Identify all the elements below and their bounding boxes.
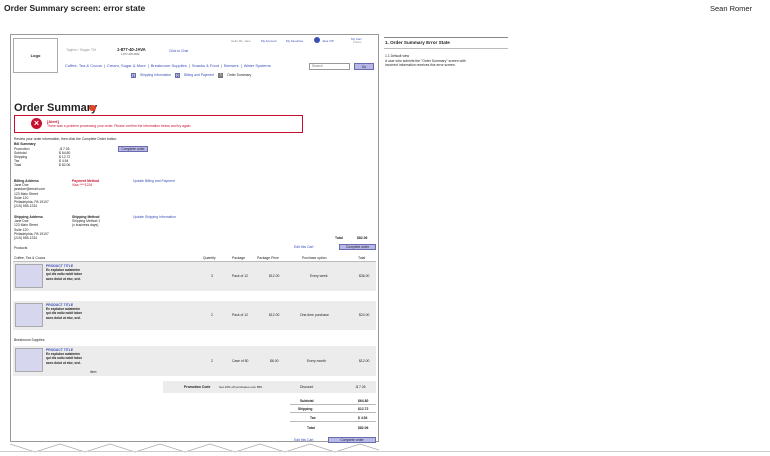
my-account-link[interactable]: My Account [261, 39, 277, 43]
step-3-number: 3 [218, 73, 224, 78]
chat-link[interactable]: Click to Chat [169, 49, 188, 53]
bill-summary-label: Total [14, 163, 22, 168]
product-option[interactable]: Every week [310, 274, 328, 278]
alert-message: There was a problem processing your orde… [47, 124, 192, 128]
annotation-body: incorrect information receives this erro… [385, 62, 456, 67]
complete-order-button-top[interactable]: Complete order [118, 146, 148, 152]
product-image [15, 264, 43, 288]
step-1-number: 1 [131, 73, 136, 78]
product-price: $12.00 [269, 313, 280, 317]
step-3-label: Order Summary [227, 73, 252, 77]
search-input[interactable] [309, 63, 350, 70]
shipping-method-line: (x business days) [72, 223, 99, 228]
discount-label: Discount [300, 385, 314, 389]
product-desc: aceo dolut ut etur, sed. [46, 276, 81, 281]
product-package: Pack of 12 [232, 313, 249, 317]
product-total: $24.00 [359, 313, 370, 317]
category-coffee: Coffee, Tea & Cocoa [14, 255, 46, 260]
column-header-option: Purchase option [302, 255, 327, 260]
promo-code-text: Get 10% off purchases over $55. [219, 385, 263, 389]
author-name: Sean Romer [710, 4, 753, 13]
product-total: $36.00 [359, 274, 370, 278]
product-image [15, 303, 43, 327]
product-option[interactable]: Every month [307, 359, 326, 363]
cart-total-value: $82.06 [357, 236, 368, 240]
update-billing-link[interactable]: Update Billing and Payment [133, 179, 175, 183]
torn-edge [10, 443, 379, 453]
billing-address-line: (215) 555-1234 [14, 204, 38, 209]
annotation-title: 1. Order Summary Error State [385, 40, 450, 45]
totals-value: $ 4.54 [358, 416, 368, 420]
product-extra: item [90, 370, 97, 374]
product-price: $12.00 [269, 274, 280, 278]
products-label: Products [14, 246, 28, 250]
logo: Logo [13, 38, 58, 73]
info-icon [89, 104, 96, 111]
nav-water[interactable]: Water Systems [244, 63, 271, 69]
complete-order-button-mid[interactable]: Complete order [339, 244, 376, 250]
greeting: Hello Ms. Jane [231, 38, 251, 43]
totals-label: Shipping [298, 407, 313, 411]
cart-total-label: Total [335, 236, 343, 240]
nav-brewers[interactable]: Brewers [224, 63, 239, 69]
product-image [15, 348, 43, 372]
column-header-price: Package Price [257, 255, 279, 260]
my-favorites-link[interactable]: My Favorites [286, 39, 303, 43]
step-2-number: 2 [175, 73, 181, 78]
totals-label: Subtotal [300, 399, 314, 403]
discount-value: -$ 7.26 [355, 385, 366, 389]
product-package: Case of 50 [232, 359, 249, 363]
bill-summary-value: $ 82.06 [59, 163, 71, 168]
java-vip-icon [314, 37, 320, 43]
step-2-label[interactable]: Billing and Payment [184, 73, 214, 78]
review-text: Review your order information, then clic… [14, 137, 117, 141]
search-button[interactable]: Go [354, 63, 374, 70]
totals-value: $82.06 [358, 426, 369, 430]
nav-snacks[interactable]: Snacks & Food [192, 63, 219, 69]
cart-count: 3 items [353, 40, 362, 44]
product-qty: 2 [211, 359, 213, 363]
step-indicator: 1 Shipping Information 2 Billing and Pay… [131, 73, 251, 78]
java-vip-link[interactable]: Java VIP [322, 39, 334, 43]
edit-cart-link-top[interactable]: Edit this Cart [294, 245, 313, 249]
nav-cream[interactable]: Cream, Sugar & More [107, 63, 146, 69]
column-header-package: Package [232, 255, 246, 260]
promo-code-label: Promotion Code [184, 385, 211, 389]
phone-number-digits: 1-877-405-2842 [121, 52, 140, 56]
totals-value: $12.72 [358, 407, 369, 411]
product-option[interactable]: One-time purchase [300, 313, 329, 317]
page-heading: Order Summary [14, 102, 98, 114]
page-title: Order Summary screen: error state [4, 3, 146, 13]
product-price: $6.00 [270, 359, 279, 363]
update-shipping-link[interactable]: Update Shipping Information [133, 215, 176, 219]
step-1-label[interactable]: Shipping Information [140, 73, 171, 78]
product-qty: 3 [211, 274, 213, 278]
product-total: $12.00 [359, 359, 370, 363]
phone-number: 1-877-40-JAVA [117, 46, 146, 52]
payment-method-value: Visa ****1234 [72, 183, 93, 188]
tagline: Tagline / Slogan TM [66, 48, 96, 52]
product-package: Pack of 12 [232, 274, 249, 278]
main-nav: Coffee, Tea & Cocoa | Cream, Sugar & More… [65, 63, 271, 69]
nav-coffee[interactable]: Coffee, Tea & Cocoa [65, 63, 102, 69]
totals-value: $64.80 [358, 399, 369, 403]
category-breakroom: Breakroom Supplies [14, 338, 45, 342]
shipping-address-line: (215) 555-1234 [14, 236, 38, 240]
product-desc: aceo dolut ut etur, sed. [46, 315, 81, 320]
nav-breakroom[interactable]: Breakroom Supplies [151, 63, 187, 69]
totals-label: Tax [310, 416, 316, 420]
error-icon: × [31, 118, 42, 129]
column-header-total: Total [358, 255, 366, 260]
column-header-quantity: Quantity [203, 255, 216, 260]
product-desc: aceo dolut ut etur, sed. [46, 360, 81, 365]
product-qty: 2 [211, 313, 213, 317]
totals-label: Total [307, 426, 315, 430]
